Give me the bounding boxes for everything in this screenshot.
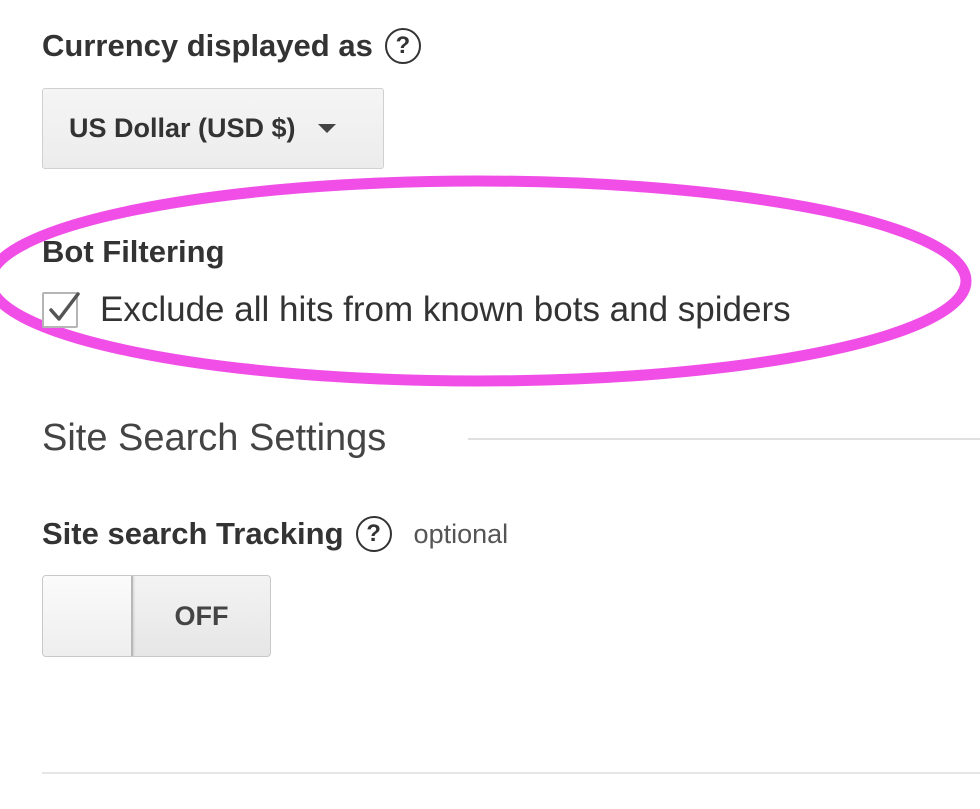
toggle-knob[interactable] — [43, 576, 133, 656]
currency-select[interactable]: US Dollar (USD $) — [42, 88, 384, 169]
exclude-bots-label: Exclude all hits from known bots and spi… — [100, 290, 791, 329]
bot-filtering-heading: Bot Filtering — [42, 234, 225, 269]
bottom-divider — [42, 772, 980, 774]
chevron-down-icon — [317, 124, 336, 133]
exclude-bots-checkbox[interactable] — [42, 292, 80, 328]
help-icon[interactable]: ? — [355, 516, 392, 552]
site-search-tracking-label: Site search Tracking — [42, 516, 344, 551]
checkmark-icon — [49, 292, 80, 321]
site-search-settings-heading: Site Search Settings — [42, 417, 387, 459]
currency-select-value: US Dollar (USD $) — [69, 113, 296, 143]
bot-filtering-row: Exclude all hits from known bots and spi… — [42, 288, 791, 332]
site-search-tracking-row: Site search Tracking ? optional — [42, 512, 508, 556]
currency-label: Currency displayed as — [42, 28, 373, 63]
section-divider — [468, 438, 980, 440]
currency-label-row: Currency displayed as ? — [42, 24, 421, 68]
toggle-state-label: OFF — [174, 600, 229, 631]
optional-label: optional — [413, 519, 509, 549]
help-icon[interactable]: ? — [384, 28, 421, 64]
site-search-tracking-toggle[interactable]: OFF — [42, 575, 271, 657]
